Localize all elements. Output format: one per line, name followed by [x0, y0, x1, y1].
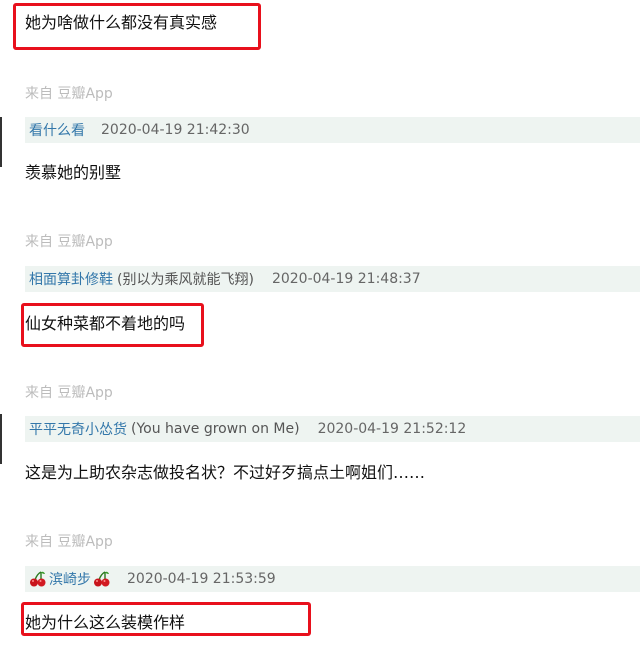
comment-meta-bar: 滨崎步 2020-04-19 21:53:59 — [25, 566, 640, 592]
timestamp: 2020-04-19 21:53:59 — [127, 571, 276, 587]
user-signature: (You have grown on Me) — [131, 421, 300, 437]
comment-text: 她为什么这么装模作样 — [25, 613, 186, 632]
timestamp: 2020-04-19 21:42:30 — [101, 122, 250, 138]
username-link[interactable]: 看什么看 — [29, 120, 85, 140]
comment-text: 仙女种菜都不着地的吗 — [25, 314, 186, 333]
comment-text: 她为啥做什么都没有真实感 — [25, 13, 218, 32]
comment-meta-bar: 平平无奇小怂货 (You have grown on Me) 2020-04-1… — [25, 416, 640, 442]
comment-meta-bar: 看什么看 2020-04-19 21:42:30 — [25, 117, 640, 143]
user-signature: (别以为乘风就能飞翔) — [117, 272, 254, 288]
username-link[interactable]: 平平无奇小怂货 — [29, 419, 127, 439]
comment-source: 来自 豆瓣App — [25, 385, 113, 401]
comment-text: 羡慕她的别墅 — [25, 163, 122, 182]
timestamp: 2020-04-19 21:48:37 — [271, 271, 421, 287]
left-edge-mark — [0, 117, 2, 167]
comment-source: 来自 豆瓣App — [25, 534, 113, 550]
cherry-icon — [94, 571, 110, 587]
comment-meta-bar: 相面算卦修鞋 (别以为乘风就能飞翔) 2020-04-19 21:48:37 — [25, 266, 640, 292]
left-edge-mark — [0, 414, 2, 464]
timestamp: 2020-04-19 21:52:12 — [317, 421, 467, 437]
username-link[interactable]: 滨崎步 — [49, 569, 91, 589]
username-link[interactable]: 相面算卦修鞋 — [29, 269, 113, 289]
cherry-icon — [30, 571, 46, 587]
comment-source: 来自 豆瓣App — [25, 86, 113, 102]
comment-text: 这是为上助农杂志做投名状？不过好歹搞点土啊姐们…… — [25, 463, 426, 482]
comment-source: 来自 豆瓣App — [25, 234, 113, 250]
